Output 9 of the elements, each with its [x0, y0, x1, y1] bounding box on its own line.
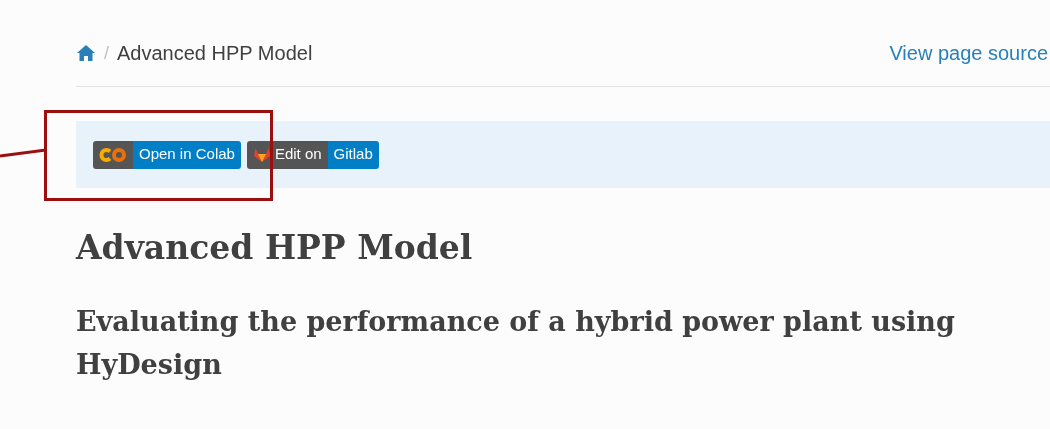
page-title: Advanced HPP Model [76, 227, 474, 269]
fox-icon [252, 146, 271, 163]
section-heading: Evaluating the performance of a hybrid power plant using HyDesign [76, 305, 956, 382]
leader-line [0, 148, 46, 158]
home-icon[interactable] [76, 44, 96, 62]
colab-icon [99, 146, 127, 163]
breadcrumb-separator: / [104, 41, 109, 65]
view-source-link[interactable]: View page source [889, 38, 1050, 68]
breadcrumb-current: Advanced HPP Model [117, 41, 313, 66]
